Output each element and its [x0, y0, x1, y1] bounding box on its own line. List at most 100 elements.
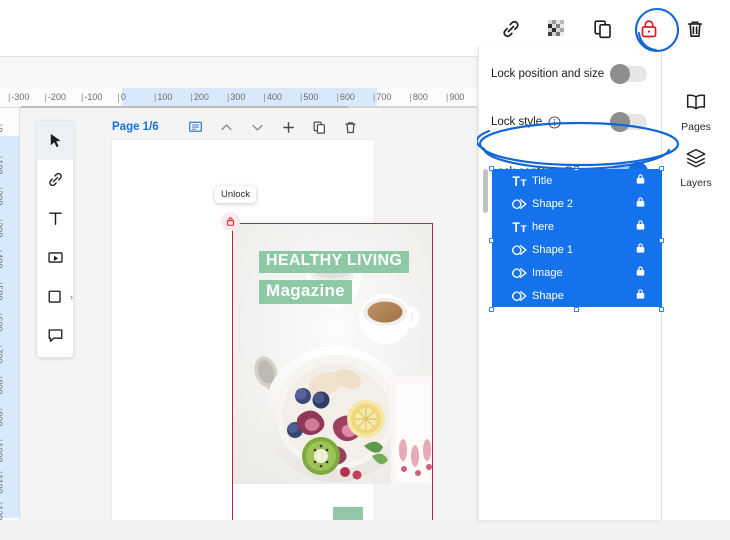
layer-lock-icon[interactable]: [635, 172, 646, 190]
layers-list: Title Shape 2 here Shape 1 Image Shape: [489, 166, 664, 312]
layer-lock-icon[interactable]: [635, 218, 646, 236]
info-icon[interactable]: [548, 115, 561, 129]
text-layer-icon: [512, 175, 529, 187]
lock-position-and-size-toggle[interactable]: [610, 64, 647, 84]
layer-row[interactable]: Shape 1: [492, 238, 662, 261]
shape-tool[interactable]: ›: [36, 277, 74, 316]
lock-position-and-size-row[interactable]: Lock position and size: [479, 55, 661, 93]
ruler-tick: 500: [0, 282, 4, 300]
selection-handle[interactable]: [574, 307, 579, 312]
right-sidebar: Pages Layers: [661, 47, 730, 520]
selection-handle[interactable]: [659, 238, 664, 243]
selection-handle[interactable]: [574, 166, 579, 171]
ruler-tick: 900: [0, 408, 4, 426]
comment-page-icon[interactable]: [187, 118, 205, 136]
ruler-tick: 700: [0, 345, 4, 363]
text-layer-icon: [512, 221, 529, 233]
layer-name: Image: [532, 266, 563, 279]
ruler-tick: 300: [0, 219, 4, 237]
sidebar-item-layers[interactable]: Layers: [662, 140, 730, 195]
lock-style-toggle[interactable]: [610, 112, 647, 132]
green-shape[interactable]: [333, 507, 363, 520]
ruler-tick: 100: [0, 156, 4, 174]
duplicate-icon[interactable]: [590, 16, 616, 42]
ruler-tick: 1100: [0, 471, 4, 493]
layer-lock-icon[interactable]: [635, 195, 646, 213]
layer-row[interactable]: Shape 2: [492, 192, 662, 215]
canvas-area[interactable]: Page 1/6 HEALTHY LIVING Magazine Unlock: [20, 108, 478, 520]
layer-lock-icon[interactable]: [635, 241, 646, 259]
ruler-tick: -200: [45, 92, 66, 102]
ruler-tick: 400: [264, 92, 282, 102]
trash-icon[interactable]: [682, 16, 708, 42]
layer-name: Shape 2: [532, 197, 573, 210]
selection-handle[interactable]: [489, 307, 494, 312]
comment-tool[interactable]: [36, 316, 74, 355]
ruler-tick: 0: [0, 124, 4, 132]
ruler-tick: 400: [0, 250, 4, 268]
layer-name: Shape: [532, 289, 564, 302]
ruler-tick: 600: [337, 92, 355, 102]
move-up-icon[interactable]: [218, 118, 236, 136]
page-indicator[interactable]: Page 1/6: [112, 121, 159, 133]
selection-handle[interactable]: [489, 238, 494, 243]
selected-frame[interactable]: HEALTHY LIVING Magazine Unlock: [215, 186, 433, 520]
layer-row[interactable]: here: [492, 215, 662, 238]
page-canvas[interactable]: HEALTHY LIVING Magazine Unlock: [112, 140, 433, 520]
layer-row[interactable]: Image: [492, 261, 662, 284]
lock-style-label: Lock style: [491, 116, 543, 128]
ruler-tick: 900: [446, 92, 464, 102]
layers-stack-icon: [684, 147, 708, 173]
link-tool[interactable]: [36, 160, 74, 199]
page-actions: [187, 118, 360, 136]
ruler-tick: 200: [0, 187, 4, 205]
selection-handle[interactable]: [659, 166, 664, 171]
ruler-tick: -300: [8, 92, 29, 102]
ruler-tick: 1200: [0, 502, 4, 520]
ruler-tick: -100: [81, 92, 102, 102]
lock-position-and-size-label: Lock position and size: [491, 68, 605, 80]
sidebar-label-layers: Layers: [680, 176, 712, 189]
lock-icon[interactable]: [636, 16, 662, 42]
ruler-tick: 800: [410, 92, 428, 102]
headline-line-2[interactable]: Magazine: [259, 280, 352, 304]
add-page-icon[interactable]: [280, 118, 298, 136]
selection-handle[interactable]: [659, 307, 664, 312]
headline-line-1[interactable]: HEALTHY LIVING: [259, 251, 410, 273]
layer-name: here: [532, 220, 555, 233]
layer-row[interactable]: Title: [492, 169, 662, 192]
ruler-tick: 100: [154, 92, 172, 102]
selection-handle[interactable]: [489, 166, 494, 171]
layer-lock-icon[interactable]: [635, 287, 646, 305]
text-tool[interactable]: [36, 199, 74, 238]
sidebar-label-pages: Pages: [681, 121, 711, 133]
book-icon: [684, 92, 708, 117]
ruler-tick: 1000: [0, 439, 4, 462]
duplicate-page-icon[interactable]: [311, 118, 329, 136]
video-tool[interactable]: [36, 238, 74, 277]
bottom-strip: [0, 520, 730, 540]
ruler-tick: 700: [373, 92, 391, 102]
move-down-icon[interactable]: [249, 118, 267, 136]
locked-badge-icon[interactable]: [221, 212, 240, 231]
left-toolbar: ›: [36, 120, 74, 358]
layer-row[interactable]: Shape: [492, 284, 662, 307]
transparency-icon[interactable]: [544, 16, 570, 42]
sidebar-item-pages[interactable]: Pages: [662, 85, 730, 140]
delete-page-icon[interactable]: [342, 118, 360, 136]
vertical-ruler[interactable]: 0 100 200 300 400 500 600 700 800 900 1000 1100 1200: [0, 108, 20, 520]
chevron-right-icon[interactable]: ›: [70, 292, 73, 302]
horizontal-ruler[interactable]: -300 -200 -100 0 100 200 300 400 500 600 700 800 900…: [0, 88, 478, 108]
page-toolbar: Page 1/6: [112, 114, 374, 140]
lock-style-row[interactable]: Lock style: [479, 103, 661, 141]
ruler-tick: 600: [0, 313, 4, 331]
ruler-tick: 800: [0, 376, 4, 394]
layer-name: Shape 1: [532, 243, 573, 256]
layer-name: Title: [532, 174, 553, 187]
shape-layer-icon: [512, 266, 529, 280]
layers-scrollbar[interactable]: [483, 169, 488, 213]
shape-layer-icon: [512, 243, 529, 257]
link-icon[interactable]: [498, 16, 524, 42]
select-tool[interactable]: [36, 121, 74, 160]
layer-lock-icon[interactable]: [635, 264, 646, 282]
